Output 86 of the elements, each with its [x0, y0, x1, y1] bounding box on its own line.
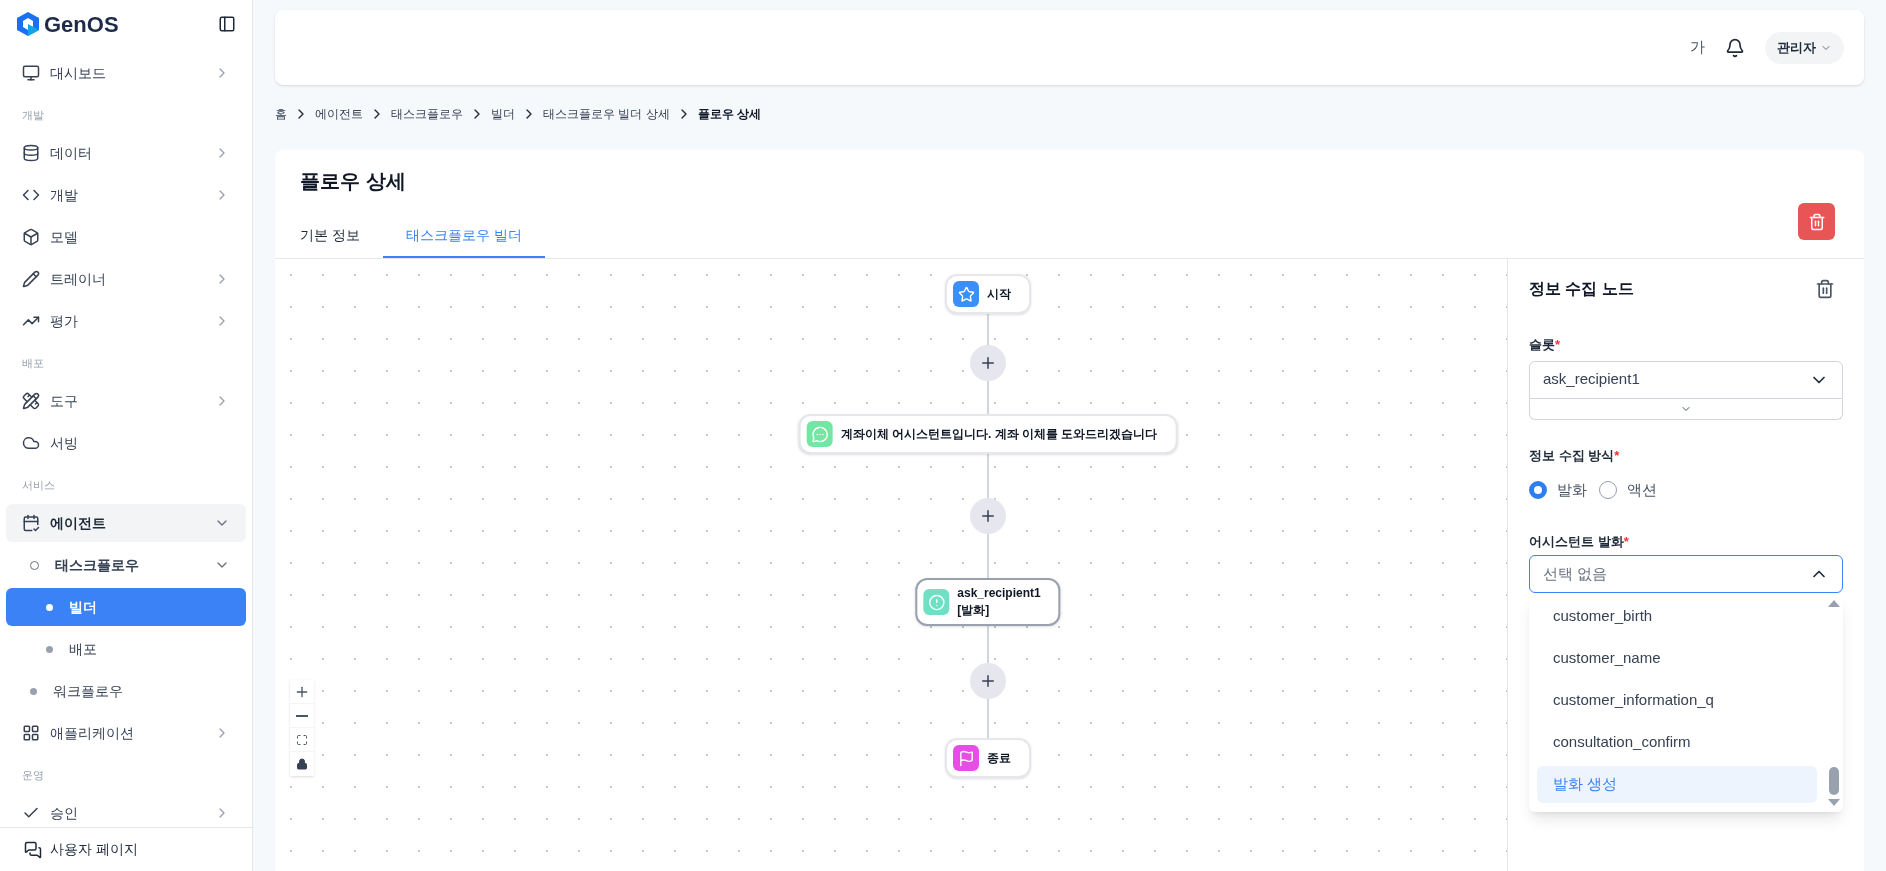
cube-icon — [22, 228, 40, 246]
chat-icon — [24, 840, 42, 859]
user-menu-button[interactable]: 관리자 — [1765, 31, 1844, 64]
sidebar-item[interactable]: 빌더 — [6, 588, 246, 626]
breadcrumb-item[interactable]: 빌더 — [491, 105, 515, 123]
field-label: 정보 수집 방식 — [1529, 446, 1615, 465]
sidebar-item[interactable]: 도구 — [6, 382, 246, 420]
sidebar-item[interactable]: 승인 — [6, 794, 246, 827]
plus-icon — [979, 507, 997, 525]
required-mark: * — [1614, 446, 1620, 465]
node-label: ask_recipient1 — [957, 585, 1041, 602]
required-mark: * — [1623, 532, 1629, 551]
sidebar-item[interactable]: 워크플로우 — [6, 672, 246, 710]
zoom-out-icon — [296, 714, 308, 717]
node-label: 계좌이체 어시스턴트입니다. 계좌 이체를 도와드리겠습니다 — [840, 426, 1158, 441]
lock-icon — [296, 758, 308, 770]
page-title: 플로우 상세 — [300, 169, 407, 194]
sidebar-item[interactable]: 평가 — [6, 302, 246, 340]
alert-circle-icon-glyph — [927, 593, 945, 611]
field-label: 슬롯 — [1529, 336, 1555, 354]
breadcrumb-item[interactable]: 에이전트 — [315, 105, 363, 123]
expand-toggle[interactable] — [1529, 398, 1843, 420]
breadcrumb-item[interactable]: 태스크플로우 — [391, 105, 463, 123]
sidebar-item[interactable]: 배포 — [6, 630, 246, 668]
delete-button[interactable] — [1798, 203, 1835, 240]
flow-node[interactable]: 종료 — [945, 738, 1031, 778]
field-label: 어시스턴트 발화 — [1529, 532, 1624, 551]
trash-icon — [1807, 212, 1826, 231]
sidebar-item[interactable]: 애플리케이션 — [6, 714, 246, 752]
section-label: 운영 — [21, 767, 45, 783]
section-label: 개발 — [21, 107, 45, 123]
radio-option[interactable]: 발화 — [1529, 479, 1587, 502]
panel-title: 정보 수집 노드 — [1529, 279, 1634, 299]
fit-view-icon — [296, 733, 308, 746]
tab[interactable]: 기본 정보 — [300, 214, 383, 258]
breadcrumb-item[interactable]: 홈 — [275, 105, 287, 123]
section-label: 서비스 — [21, 477, 56, 493]
monitor-icon — [22, 64, 40, 82]
add-node-button[interactable] — [970, 663, 1006, 699]
sidebar-item[interactable]: 데이터 — [6, 134, 246, 172]
node-sublabel: [발화] — [957, 602, 991, 619]
add-node-button[interactable] — [970, 498, 1006, 534]
chat-bubble-icon-glyph — [811, 425, 829, 443]
required-mark: * — [1555, 336, 1561, 354]
sidebar-item[interactable]: 대시보드 — [6, 54, 246, 92]
font-size-button[interactable]: 가 — [1690, 36, 1705, 59]
pencil-icon — [22, 270, 40, 288]
logo-text: GenOS — [44, 10, 119, 39]
pencil-ruler-icon — [22, 392, 40, 410]
breadcrumb-item[interactable]: 태스크플로우 빌더 상세 — [543, 105, 670, 123]
dropdown-option[interactable]: customer_birth — [1537, 598, 1817, 635]
sidebar-item[interactable]: 모델 — [6, 218, 246, 256]
utterance-select[interactable]: 선택 없음 — [1529, 555, 1843, 593]
breadcrumb-item: 플로우 상세 — [697, 106, 761, 123]
calendar-icon — [22, 514, 40, 532]
plus-icon — [979, 354, 997, 372]
add-node-button[interactable] — [970, 345, 1006, 381]
dropdown-option[interactable]: customer_information_q — [1537, 682, 1817, 719]
section-label: 배포 — [21, 355, 45, 371]
delete-node-icon[interactable] — [1815, 279, 1835, 299]
node-label: 시작 — [987, 286, 1011, 301]
scroll-up-icon[interactable] — [1828, 600, 1840, 607]
sidebar-item[interactable]: 트레이너 — [6, 260, 246, 298]
dropdown-option[interactable]: consultation_confirm — [1537, 724, 1817, 761]
bell-icon[interactable] — [1725, 37, 1745, 58]
flow-node[interactable]: ask_recipient1 [발화] — [915, 578, 1061, 626]
cloud-icon — [22, 434, 40, 452]
sidebar-item[interactable]: 서빙 — [6, 424, 246, 462]
grid-icon — [22, 724, 40, 742]
sidebar-item[interactable]: 태스크플로우 — [6, 546, 246, 584]
sidebar-item[interactable]: 개발 — [6, 176, 246, 214]
radio-option[interactable]: 액션 — [1599, 479, 1657, 502]
slot-select[interactable]: ask_recipient1 — [1529, 360, 1843, 399]
flow-node[interactable]: 계좌이체 어시스턴트입니다. 계좌 이체를 도와드리겠습니다 — [798, 414, 1178, 454]
logo-icon — [16, 11, 40, 37]
node-label: 종료 — [987, 750, 1011, 765]
database-icon — [22, 144, 40, 162]
radio-button[interactable] — [1529, 481, 1547, 500]
panel-toggle-icon[interactable] — [218, 15, 236, 33]
scroll-down-icon[interactable] — [1828, 799, 1840, 806]
scroll-thumb[interactable] — [1829, 767, 1839, 795]
plus-icon — [979, 672, 997, 690]
dropdown-option[interactable]: customer_name — [1537, 640, 1817, 677]
user-page-link[interactable]: 사용자 페이지 — [0, 827, 252, 871]
sidebar-item[interactable]: 에이전트 — [6, 504, 246, 542]
flow-node[interactable]: 시작 — [945, 274, 1031, 314]
